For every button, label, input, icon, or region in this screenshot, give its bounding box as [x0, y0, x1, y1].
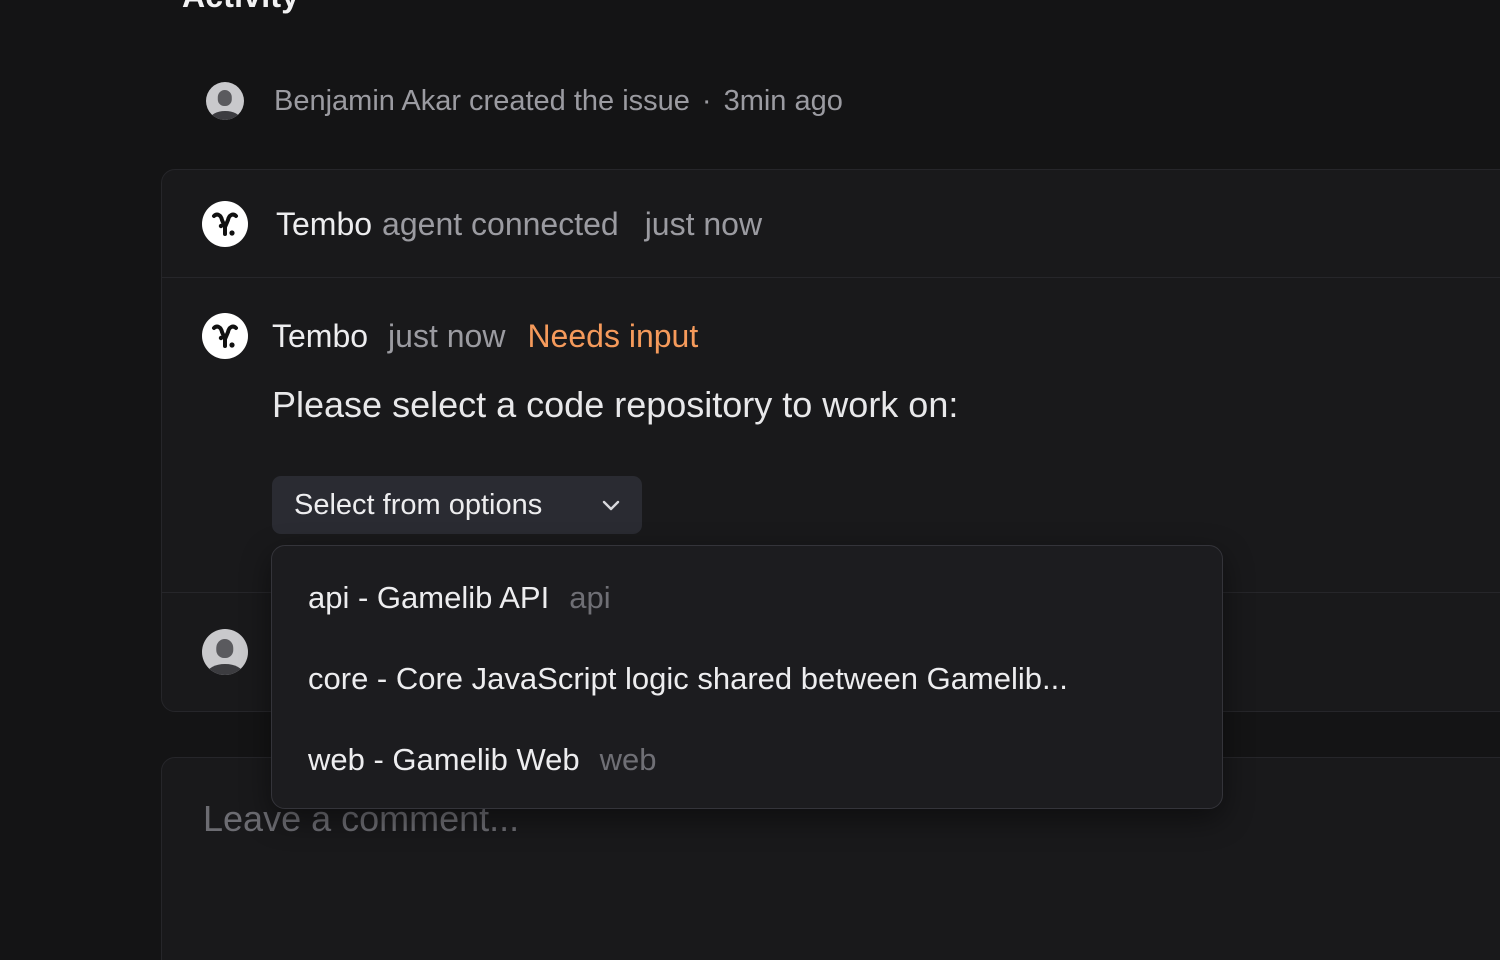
option-label: web - Gamelib Web — [308, 742, 580, 777]
status-badge: Needs input — [527, 317, 699, 354]
message-time: just now — [388, 317, 506, 354]
activity-created-event: Benjamin Akar created the issue · 3min a… — [206, 80, 843, 122]
option-sublabel: web — [599, 742, 657, 777]
activity-view: Activity Benjamin Akar created the issue… — [0, 0, 1500, 960]
user-avatar — [206, 82, 244, 120]
agent-message-header: Tembo just now Needs input — [202, 313, 698, 359]
event-separator: · — [701, 84, 712, 117]
select-label: Select from options — [294, 488, 543, 521]
divider — [162, 277, 1500, 278]
created-event-text: Benjamin Akar created the issue — [274, 84, 690, 117]
repository-dropdown-menu: api - Gamelib API api core - Core JavaSc… — [271, 545, 1223, 809]
repository-select-button[interactable]: Select from options — [272, 476, 642, 534]
dropdown-option-core[interactable]: core - Core JavaScript logic shared betw… — [308, 657, 1068, 701]
agent-connected-time: just now — [644, 205, 763, 242]
user-avatar — [202, 629, 248, 675]
agent-name: Tembo — [276, 205, 373, 242]
option-label: core - Core JavaScript logic shared betw… — [308, 661, 1068, 696]
message-body: Please select a code repository to work … — [272, 384, 959, 425]
tembo-logo-icon — [202, 201, 248, 247]
dropdown-option-web[interactable]: web - Gamelib Web web — [308, 738, 657, 782]
agent-connected-event: Tembo agent connected just now — [202, 201, 762, 247]
option-sublabel: api — [569, 580, 611, 615]
created-event-time: 3min ago — [723, 84, 843, 117]
chevron-down-icon — [602, 500, 620, 511]
agent-name: Tembo — [272, 317, 369, 354]
tembo-logo-icon — [202, 313, 248, 359]
option-label: api - Gamelib API — [308, 580, 550, 615]
dropdown-option-api[interactable]: api - Gamelib API api — [308, 576, 611, 620]
agent-connected-label: agent connected — [382, 205, 619, 242]
section-title: Activity — [182, 0, 299, 15]
